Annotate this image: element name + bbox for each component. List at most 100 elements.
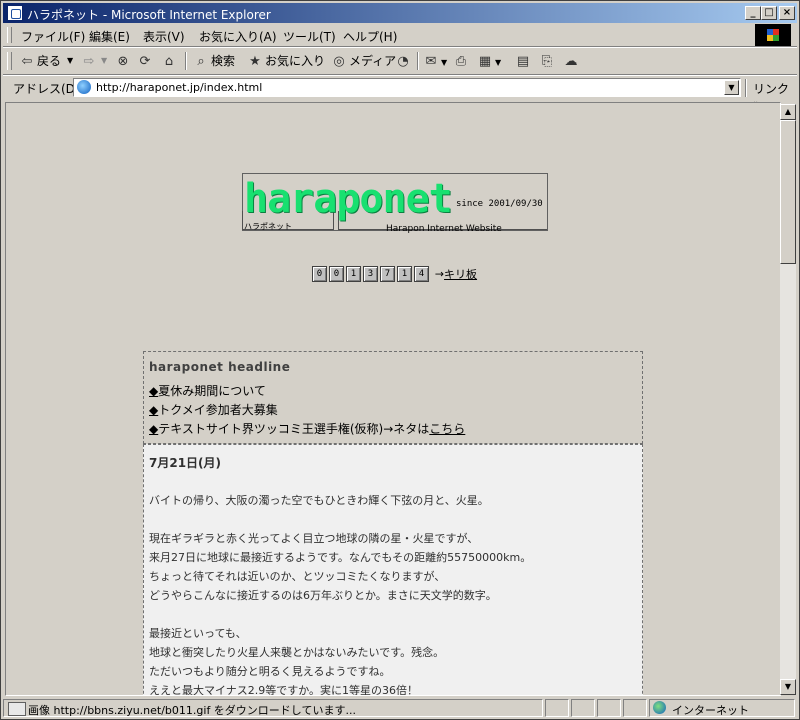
counter-digit: 0 (329, 266, 344, 282)
title-bar[interactable]: ハラポネット - Microsoft Internet Explorer _ □… (3, 3, 797, 23)
messenger-button[interactable]: ☁ (563, 52, 581, 70)
maximize-button[interactable]: □ (761, 6, 777, 20)
history-button[interactable]: ◔ (395, 52, 413, 70)
counter-digit: 3 (363, 266, 378, 282)
forward-button[interactable]: ⇨ (81, 52, 99, 70)
status-pane-empty (597, 699, 621, 717)
diary-line: 地球と衝突したり火星人来襲とかはないみたいです。残念。 (149, 646, 445, 659)
discuss-icon: ▤ (516, 53, 530, 69)
refresh-icon: ⟳ (139, 53, 151, 69)
home-button[interactable]: ⌂ (161, 52, 179, 70)
status-pane-empty (623, 699, 647, 717)
site-logo[interactable]: haraponet since 2001/09/30 ハラポネット Harapo… (242, 173, 548, 235)
stop-button[interactable]: ⊗ (115, 52, 133, 70)
home-icon: ⌂ (164, 53, 174, 69)
back-dropdown-icon[interactable]: ▼ (67, 52, 73, 70)
menu-favorites[interactable]: お気に入り(A) (199, 28, 277, 45)
internet-zone-icon (653, 701, 666, 714)
edit-button[interactable]: ▦ ▼ (477, 52, 501, 70)
back-arrow-icon: ⇦ (21, 53, 33, 69)
status-bar: 画像 http://bbns.ziyu.net/b011.gif をダウンロード… (3, 698, 797, 718)
edit-page-icon: ▦ (478, 53, 492, 69)
address-bar: アドレス(D) http://haraponet.jp/index.html ▼… (3, 76, 797, 111)
history-icon: ◔ (397, 53, 409, 69)
headline-kochira-link[interactable]: こちら (429, 422, 465, 436)
window-title: ハラポネット - Microsoft Internet Explorer (27, 8, 271, 22)
ie-page-icon (7, 5, 23, 21)
minimize-button[interactable]: _ (745, 6, 761, 20)
headline-item-text: トクメイ参加者大募集 (158, 403, 278, 417)
favorites-icon: ★ (249, 53, 261, 69)
refresh-button[interactable]: ⟳ (137, 52, 155, 70)
media-label: メディア (349, 54, 397, 68)
headline-title: haraponet headline (149, 360, 291, 374)
vertical-scrollbar[interactable]: ▲ ▼ (780, 104, 796, 695)
search-button[interactable]: ⌕ 検索 (193, 52, 235, 70)
toolbar-separator-2 (417, 52, 419, 70)
favorites-label: お気に入り (265, 54, 326, 68)
messenger-icon: ☁ (564, 53, 578, 69)
media-button[interactable]: ◎ メディア (331, 52, 396, 70)
diary-line: 最接近といっても、 (149, 627, 247, 640)
headline-bullet[interactable]: ◆ (149, 403, 158, 417)
stop-icon: ⊗ (117, 53, 129, 69)
status-message-pane: 画像 http://bbns.ziyu.net/b011.gif をダウンロード… (3, 699, 543, 717)
search-label: 検索 (211, 54, 236, 68)
address-url[interactable]: http://haraponet.jp/index.html (96, 81, 262, 94)
kiri-arrow: → (434, 267, 445, 281)
back-button[interactable]: ⇦ 戻る (19, 52, 61, 70)
discuss-button[interactable]: ▤ (515, 52, 533, 70)
scroll-up-icon[interactable]: ▲ (780, 104, 796, 120)
print-button[interactable]: ⎙ (453, 52, 471, 70)
headline-item[interactable]: ◆テキストサイト界ツッコミ王選手権(仮称)→ネタはこちら (149, 420, 465, 437)
status-message: 画像 http://bbns.ziyu.net/b011.gif をダウンロード… (28, 704, 356, 717)
diary-line: 現在ギラギラと赤く光ってよく目立つ地球の隣の星・火星ですが、 (149, 532, 479, 545)
research-icon: ⎘ (541, 53, 553, 69)
headline-bullet[interactable]: ◆ (149, 384, 158, 398)
close-button[interactable]: × (779, 6, 795, 20)
windows-logo-icon (755, 24, 791, 46)
headline-item[interactable]: ◆トクメイ参加者大募集 (149, 401, 278, 418)
headline-item-text: テキストサイト界ツッコミ王選手権(仮称)→ネタは (158, 422, 430, 436)
menu-help[interactable]: ヘルプ(H) (343, 28, 397, 45)
counter-digit: 1 (397, 266, 412, 282)
diary-line: どうやらこんなに接近するのは6万年ぶりとか。まさに天文学的数字。 (149, 589, 497, 602)
counter-digit: 7 (380, 266, 395, 282)
logo-since: since 2001/09/30 (456, 199, 543, 209)
security-zone-pane: インターネット (649, 699, 795, 717)
logo-wordmark: haraponet (244, 176, 453, 222)
menu-tools[interactable]: ツール(T) (283, 28, 336, 45)
diary-line: ちょっと待てそれは近いのか、とツッコミたくなりますが、 (149, 570, 446, 583)
browser-window: ハラポネット - Microsoft Internet Explorer _ □… (0, 0, 800, 720)
access-counter: 0013714 →キリ板 (312, 266, 477, 282)
headline-bullet[interactable]: ◆ (149, 422, 158, 436)
scroll-thumb[interactable] (780, 120, 796, 264)
diary-line: ただいつもより随分と明るく見えるようですね。 (149, 665, 391, 678)
research-button[interactable]: ⎘ (539, 52, 557, 70)
diary-line: バイトの帰り、大阪の濁った空でもひときわ輝く下弦の月と、火星。 (149, 494, 489, 507)
logo-small-caption: ハラポネット (244, 222, 292, 231)
toolbar-grip (7, 52, 12, 70)
menu-edit[interactable]: 編集(E) (89, 28, 130, 45)
media-icon: ◎ (333, 53, 345, 69)
menu-grip (7, 27, 12, 43)
image-download-icon (8, 702, 26, 716)
diary-date: 7月21日(月) (149, 456, 222, 470)
counter-digit: 4 (414, 266, 429, 282)
kiri-board-link[interactable]: キリ板 (444, 268, 477, 281)
mail-button[interactable]: ✉ ▼ (423, 52, 448, 70)
scroll-down-icon[interactable]: ▼ (780, 679, 796, 695)
headline-item-text: 夏休み期間について (158, 384, 266, 398)
counter-digit: 1 (346, 266, 361, 282)
address-dropdown-icon[interactable]: ▼ (724, 80, 739, 95)
menu-bar: ファイル(F) 編集(E) 表示(V) お気に入り(A) ツール(T) ヘルプ(… (3, 24, 797, 46)
headline-item[interactable]: ◆夏休み期間について (149, 382, 266, 399)
counter-digit: 0 (312, 266, 327, 282)
favorites-button[interactable]: ★ お気に入り (247, 52, 325, 70)
forward-arrow-icon: ⇨ (83, 53, 95, 69)
forward-dropdown-icon[interactable]: ▼ (101, 52, 107, 70)
headline-box: haraponet headline ◆夏休み期間について ◆トクメイ参加者大募… (143, 351, 643, 444)
menu-view[interactable]: 表示(V) (143, 28, 185, 45)
address-input[interactable]: http://haraponet.jp/index.html ▼ (73, 78, 741, 97)
menu-file[interactable]: ファイル(F) (21, 28, 85, 45)
